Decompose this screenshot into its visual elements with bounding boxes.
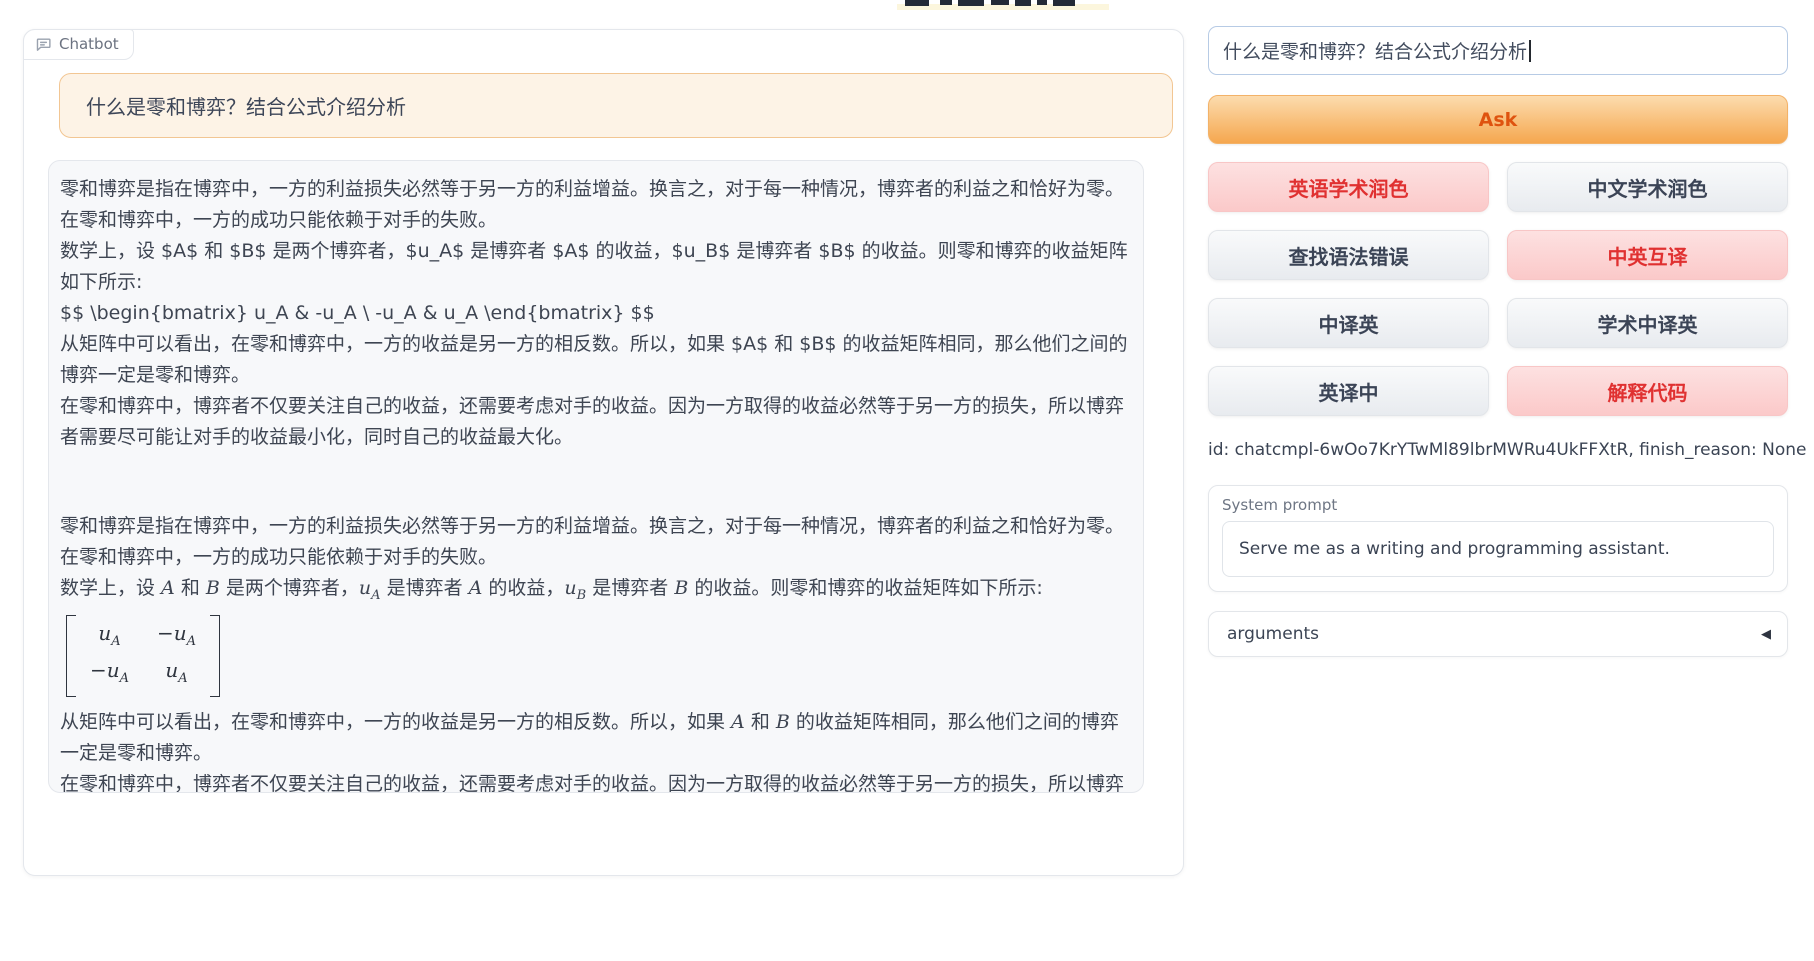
action-button-1[interactable]: 英语学术润色 [1208, 162, 1489, 212]
arguments-accordion-label: arguments [1227, 624, 1319, 644]
response-status-line: id: chatcmpl-6wOo7KrYTwMl89lbrMWRu4UkFFX… [1208, 440, 1806, 460]
bot-raw-paragraph: 从矩阵中可以看出，在零和博弈中，一方的收益是另一方的相反数。所以，如果 $A$ … [60, 329, 1133, 391]
math-symbol: uB [564, 577, 586, 599]
math-symbol: A [469, 577, 483, 599]
bot-raw-paragraph: 零和博弈是指在博弈中，一方的利益损失必然等于另一方的利益增益。换言之，对于每一种… [60, 174, 1133, 236]
math-symbol: B [674, 577, 688, 599]
system-prompt-input[interactable]: Serve me as a writing and programming as… [1222, 521, 1774, 577]
user-message-text: 什么是零和博弈？结合公式介绍分析 [86, 91, 406, 120]
action-button-6[interactable]: 学术中译英 [1507, 298, 1788, 348]
math-symbol: uA [165, 656, 187, 693]
text-caret [1529, 40, 1531, 62]
bot-raw-paragraph: $$ \begin{bmatrix} u_A & -u_A \ -u_A & u… [60, 298, 1133, 329]
math-symbol: uA [359, 577, 381, 599]
bot-raw-paragraph: 数学上，设 $A$ 和 $B$ 是两个博弈者，$u_A$ 是博弈者 $A$ 的收… [60, 236, 1133, 298]
math-symbol: uA [98, 619, 120, 656]
bot-rendered-paragraph: 数学上，设 A 和 B 是两个博弈者，uA 是博弈者 A 的收益，uB 是博弈者… [60, 573, 1133, 611]
math-symbol: A [161, 577, 175, 599]
ask-button-label: Ask [1479, 109, 1518, 131]
question-input[interactable]: 什么是零和博弈？结合公式介绍分析 [1208, 26, 1788, 75]
chatbot-panel: Chatbot 什么是零和博弈？结合公式介绍分析 零和博弈是指在博弈中，一方的利… [23, 29, 1184, 876]
action-button-7[interactable]: 英译中 [1208, 366, 1489, 416]
quick-action-grid: 英语学术润色中文学术润色查找语法错误中英互译中译英学术中译英英译中解释代码 [1208, 162, 1788, 416]
action-button-8[interactable]: 解释代码 [1507, 366, 1788, 416]
math-symbol: B [206, 577, 220, 599]
chat-bubble-icon [35, 36, 52, 53]
math-symbol: B [776, 711, 790, 733]
chatbot-label: Chatbot [23, 29, 134, 60]
ask-button[interactable]: Ask [1208, 95, 1788, 144]
bot-raw-latex-block: 零和博弈是指在博弈中，一方的利益损失必然等于另一方的利益增益。换言之，对于每一种… [60, 174, 1133, 453]
math-symbol: −uA [157, 619, 196, 656]
user-message-bubble: 什么是零和博弈？结合公式介绍分析 [59, 73, 1173, 138]
action-button-4[interactable]: 中英互译 [1507, 230, 1788, 280]
bot-message-bubble: 零和博弈是指在博弈中，一方的利益损失必然等于另一方的利益增益。换言之，对于每一种… [48, 160, 1144, 793]
system-prompt-value: Serve me as a writing and programming as… [1239, 539, 1670, 559]
bot-raw-paragraph: 在零和博弈中，博弈者不仅要关注自己的收益，还需要考虑对手的收益。因为一方取得的收… [60, 391, 1133, 453]
bot-rendered-paragraph: 在零和博弈中，博弈者不仅要关注自己的收益，还需要考虑对手的收益。因为一方取得的收… [60, 769, 1133, 793]
action-button-5[interactable]: 中译英 [1208, 298, 1489, 348]
payoff-matrix: uA−uA−uAuA [66, 615, 220, 697]
clipped-page-title [895, 0, 1125, 11]
accordion-collapsed-icon: ◀ [1761, 627, 1771, 642]
math-symbol: A [731, 711, 745, 733]
bot-rendered-paragraph: 零和博弈是指在博弈中，一方的利益损失必然等于另一方的利益增益。换言之，对于每一种… [60, 511, 1133, 573]
chatbot-label-text: Chatbot [59, 35, 119, 53]
math-symbol: −uA [90, 656, 129, 693]
question-input-value: 什么是零和博弈？结合公式介绍分析 [1223, 37, 1527, 64]
system-prompt-card: System prompt Serve me as a writing and … [1208, 485, 1788, 592]
system-prompt-label: System prompt [1222, 496, 1774, 514]
arguments-accordion[interactable]: arguments ◀ [1208, 611, 1788, 657]
action-button-2[interactable]: 中文学术润色 [1507, 162, 1788, 212]
bot-rendered-paragraph: 从矩阵中可以看出，在零和博弈中，一方的收益是另一方的相反数。所以，如果 A 和 … [60, 707, 1133, 769]
action-button-3[interactable]: 查找语法错误 [1208, 230, 1489, 280]
bot-rendered-block: 零和博弈是指在博弈中，一方的利益损失必然等于另一方的利益增益。换言之，对于每一种… [60, 511, 1133, 793]
